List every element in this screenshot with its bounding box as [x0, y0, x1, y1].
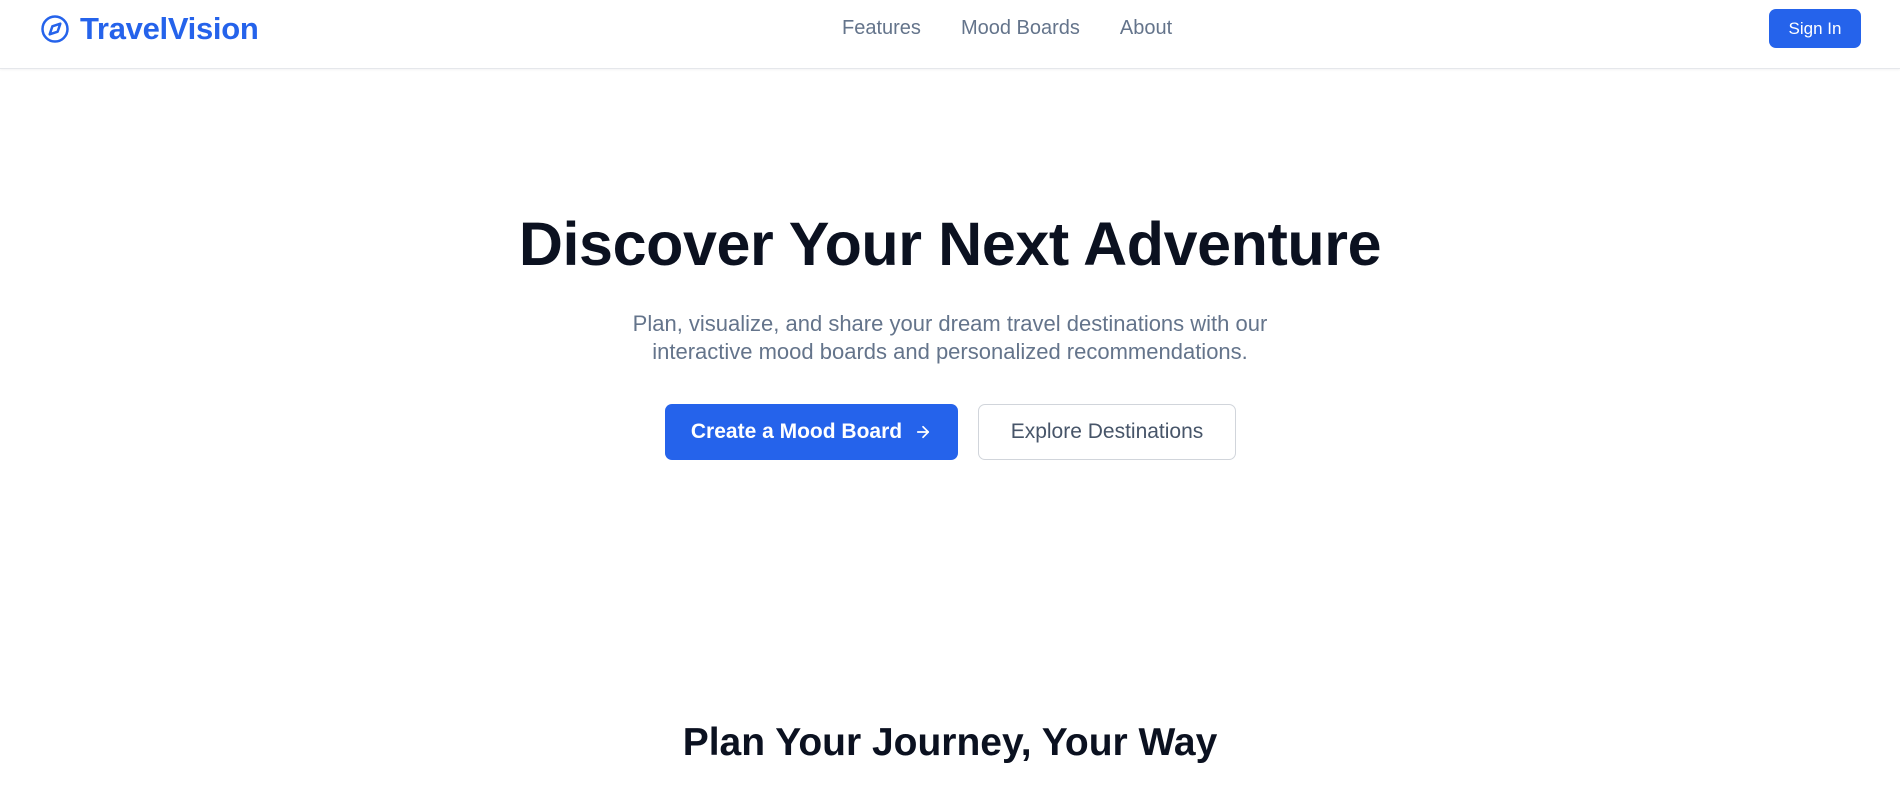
hero-subtitle-line: Plan, visualize, and share your dream tr…	[632, 311, 1268, 336]
hero-subtitle: Plan, visualize, and share your dream tr…	[550, 310, 1350, 366]
hero-title: Discover Your Next Adventure	[518, 210, 1382, 278]
arrow-right-icon	[917, 425, 930, 439]
explore-destinations-button[interactable]: Explore Destinations	[978, 404, 1236, 460]
brand-logo-link[interactable]: TravelVision	[40, 11, 259, 46]
nav-link-features[interactable]: Features	[842, 17, 921, 40]
create-mood-board-label: Create a Mood Board	[690, 420, 903, 443]
compass-icon	[41, 15, 69, 43]
sign-in-button[interactable]: Sign In	[1769, 9, 1861, 48]
hero-subtitle-line: interactive mood boards and personalized…	[652, 339, 1248, 364]
brand-name: TravelVision	[80, 11, 259, 46]
site-header: TravelVision Features Mood Boards About …	[0, 0, 1900, 69]
nav-link-mood-boards[interactable]: Mood Boards	[961, 17, 1080, 40]
nav-link-about[interactable]: About	[1120, 17, 1172, 40]
create-mood-board-button[interactable]: Create a Mood Board	[665, 404, 958, 460]
features-section-title: Plan Your Journey, Your Way	[682, 721, 1218, 764]
main-nav: Features Mood Boards About	[842, 14, 1172, 42]
